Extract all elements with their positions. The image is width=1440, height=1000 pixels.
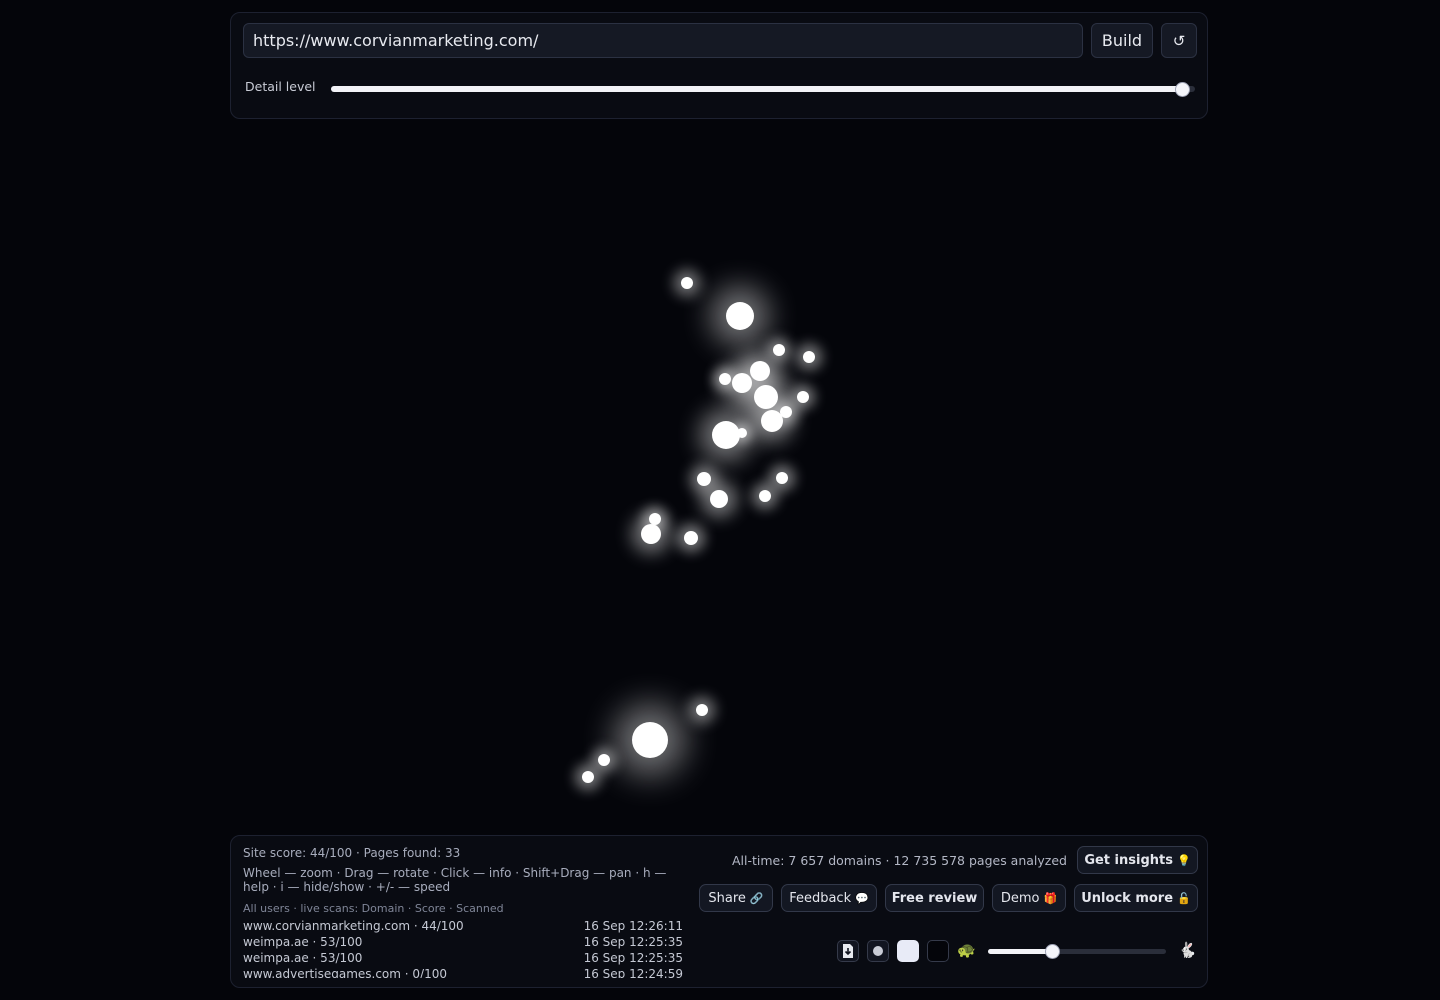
build-button[interactable]: Build <box>1091 23 1153 58</box>
page-node[interactable] <box>582 771 594 783</box>
feedback-button[interactable]: Feedback 💬 <box>781 884 877 912</box>
unlock-more-button[interactable]: Unlock more 🔓 <box>1074 884 1198 912</box>
scan-domain: weimpa.ae · 53/100 <box>243 935 363 949</box>
light-theme-button[interactable] <box>897 940 919 962</box>
site-score-text: Site score: 44/100 · Pages found: 33 <box>243 846 461 860</box>
page-node[interactable] <box>712 421 740 449</box>
detail-slider-thumb[interactable] <box>1175 82 1191 97</box>
node-style-button[interactable] <box>867 940 889 962</box>
scan-domain: weimpa.ae · 53/100 <box>243 951 363 965</box>
speech-bubble-icon: 💬 <box>855 891 869 905</box>
page-node[interactable] <box>803 351 815 363</box>
link-icon: 🔗 <box>749 891 764 905</box>
page-node[interactable] <box>684 531 698 545</box>
bottom-panel: Site score: 44/100 · Pages found: 33 Whe… <box>230 835 1208 988</box>
scan-time: 16 Sep 12:26:11 <box>583 919 683 933</box>
scan-row[interactable]: weimpa.ae · 53/100 16 Sep 12:25:35 <box>243 934 683 950</box>
dot-icon <box>873 946 883 956</box>
detail-slider-track <box>331 86 1195 92</box>
demo-label: Demo <box>1000 890 1040 906</box>
refresh-icon: ↺ <box>1172 31 1186 50</box>
get-insights-button[interactable]: Get insights 💡 <box>1077 846 1198 874</box>
share-label: Share <box>708 890 746 906</box>
page-node[interactable] <box>797 391 809 403</box>
help-text: Wheel — zoom · Drag — rotate · Click — i… <box>243 866 667 894</box>
site-graph-canvas[interactable] <box>230 130 1210 830</box>
page-node[interactable] <box>697 472 711 486</box>
download-button[interactable] <box>837 940 859 962</box>
reset-button[interactable]: ↺ <box>1161 23 1197 58</box>
speed-slider[interactable] <box>988 944 1166 959</box>
gift-icon: 🎁 <box>1043 891 1058 905</box>
page-node[interactable] <box>773 344 785 356</box>
page-node[interactable] <box>710 490 728 508</box>
share-button[interactable]: Share 🔗 <box>699 884 773 912</box>
scan-domain: www.corvianmarketing.com · 44/100 <box>243 919 464 933</box>
speed-slider-thumb[interactable] <box>1045 944 1061 959</box>
free-review-button[interactable]: Free review <box>885 884 984 912</box>
page-node[interactable] <box>754 385 778 409</box>
page-node[interactable] <box>737 428 747 438</box>
detail-level-label: Detail level <box>245 79 316 94</box>
detail-slider-fill <box>331 86 1183 92</box>
turtle-icon: 🐢 <box>957 941 976 959</box>
page-node[interactable] <box>761 410 783 432</box>
scan-row[interactable]: www.corvianmarketing.com · 44/100 16 Sep… <box>243 918 683 934</box>
top-panel: Build ↺ Detail level <box>230 12 1208 119</box>
detail-level-slider[interactable] <box>331 82 1195 97</box>
live-scans-list: www.corvianmarketing.com · 44/100 16 Sep… <box>243 918 683 978</box>
lightbulb-icon: 💡 <box>1176 853 1191 867</box>
scan-time: 16 Sep 12:24:59 <box>583 967 683 978</box>
page-node[interactable] <box>681 277 693 289</box>
page-node[interactable] <box>696 704 708 716</box>
free-review-label: Free review <box>891 890 978 906</box>
speed-slider-fill <box>988 949 1053 954</box>
get-insights-label: Get insights <box>1084 852 1173 868</box>
page-node[interactable] <box>759 490 771 502</box>
page-node[interactable] <box>641 524 661 544</box>
page-node[interactable] <box>776 472 788 484</box>
all-time-stats: All-time: 7 657 domains · 12 735 578 pag… <box>732 853 1067 868</box>
unlock-icon: 🔓 <box>1177 891 1191 905</box>
rabbit-icon: 🐇 <box>1178 941 1197 959</box>
page-node[interactable] <box>598 754 610 766</box>
page-node[interactable] <box>632 722 668 758</box>
feedback-label: Feedback <box>789 890 852 906</box>
page-node[interactable] <box>726 302 754 330</box>
scan-time: 16 Sep 12:25:35 <box>583 935 683 949</box>
unlock-more-label: Unlock more <box>1081 890 1174 906</box>
page-node[interactable] <box>732 373 752 393</box>
demo-button[interactable]: Demo 🎁 <box>992 884 1066 912</box>
url-input[interactable] <box>243 23 1083 58</box>
scan-domain: www.advertisegames.com · 0/100 <box>243 967 447 978</box>
page-node[interactable] <box>719 373 731 385</box>
live-scans-header: All users · live scans: Domain · Score ·… <box>243 902 504 915</box>
download-icon <box>843 944 853 958</box>
scan-row[interactable]: weimpa.ae · 53/100 16 Sep 12:25:35 <box>243 950 683 966</box>
scan-row[interactable]: www.advertisegames.com · 0/100 16 Sep 12… <box>243 966 683 978</box>
dark-theme-button[interactable] <box>927 940 949 962</box>
page-node[interactable] <box>750 361 770 381</box>
scan-time: 16 Sep 12:25:35 <box>583 951 683 965</box>
speed-slider-track <box>988 949 1166 954</box>
